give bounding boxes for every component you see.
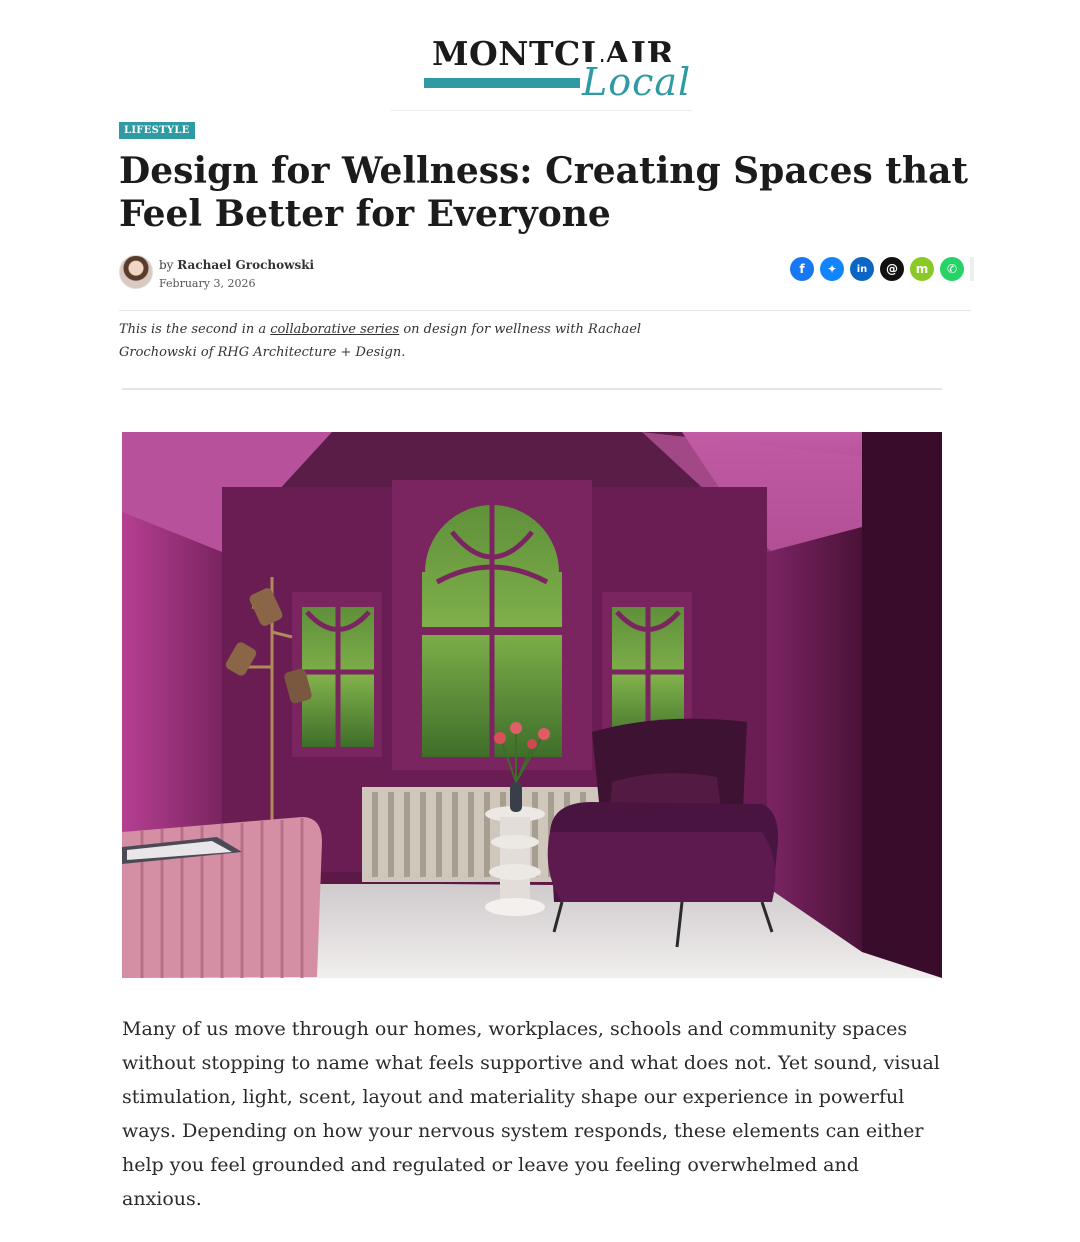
intro-text-start: This is the second in a bbox=[119, 322, 271, 337]
facebook-icon[interactable]: f bbox=[790, 257, 814, 281]
linkedin-glyph: in bbox=[856, 263, 868, 275]
byline: by Rachael Grochowski February 3, 2026 bbox=[119, 255, 519, 295]
hero-room-illustration bbox=[122, 432, 942, 978]
bluesky-icon[interactable]: ✦ bbox=[820, 257, 844, 281]
byline-prefix: by bbox=[159, 258, 174, 272]
bluesky-glyph: ✦ bbox=[826, 262, 838, 276]
category-badge[interactable]: LIFESTYLE bbox=[119, 122, 195, 139]
author-avatar[interactable] bbox=[119, 255, 153, 289]
byline-author-line: by Rachael Grochowski bbox=[159, 258, 314, 272]
collaborative-series-link[interactable]: collaborative series bbox=[270, 322, 399, 337]
byline-divider bbox=[119, 310, 971, 311]
threads-icon[interactable]: @ bbox=[880, 257, 904, 281]
linkedin-icon[interactable]: in bbox=[850, 257, 874, 281]
smore-icon[interactable]: m bbox=[910, 257, 934, 281]
article-headline: Design for Wellness: Creating Spaces tha… bbox=[119, 150, 969, 235]
article-body-paragraph: Many of us move through our homes, workp… bbox=[122, 1018, 940, 1210]
more-share-icon[interactable] bbox=[970, 257, 974, 281]
article-intro: This is the second in a collaborative se… bbox=[119, 318, 679, 364]
share-bar: f ✦ in @ m ✆ bbox=[790, 257, 974, 283]
header-divider bbox=[390, 110, 692, 111]
whatsapp-glyph: ✆ bbox=[946, 262, 958, 276]
facebook-glyph: f bbox=[799, 262, 805, 276]
publish-date: February 3, 2026 bbox=[159, 277, 256, 290]
hero-image bbox=[122, 432, 942, 978]
intro-divider bbox=[122, 388, 942, 390]
whatsapp-icon[interactable]: ✆ bbox=[940, 257, 964, 281]
smore-glyph: m bbox=[915, 262, 929, 276]
logo-script-text: Local bbox=[580, 60, 694, 104]
threads-glyph: @ bbox=[886, 262, 898, 276]
author-name-link[interactable]: Rachael Grochowski bbox=[177, 258, 314, 272]
site-logo[interactable]: MONTCLAIR Local bbox=[420, 30, 694, 105]
